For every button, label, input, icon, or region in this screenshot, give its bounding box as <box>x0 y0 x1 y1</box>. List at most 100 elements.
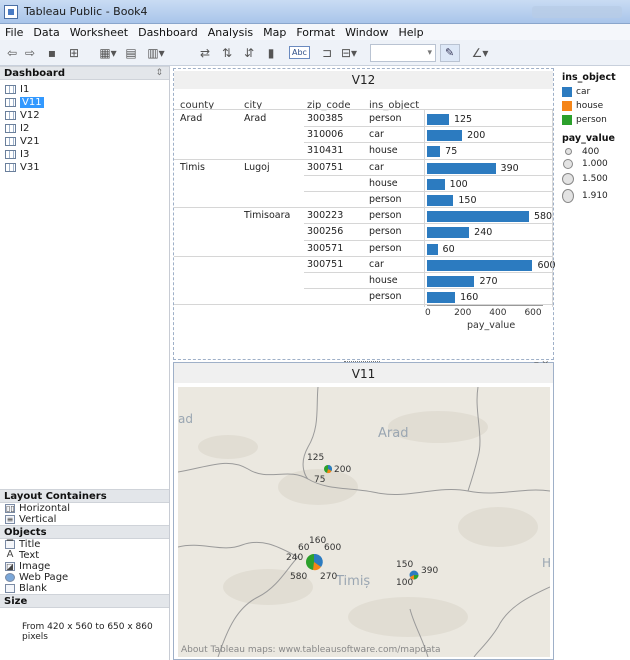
layout-horizontal[interactable]: ▯▯ Horizontal <box>0 503 169 514</box>
map-view[interactable]: Arad Timiș ad H 125 200 75 60 160 600 24… <box>178 387 550 657</box>
object-blank-label: Blank <box>19 583 47 594</box>
size-legend-item[interactable]: 1.000 <box>560 157 630 171</box>
menu-worksheet[interactable]: Worksheet <box>65 24 133 40</box>
fix-axes-icon[interactable]: ⊟▾ <box>336 44 362 62</box>
color-swatch <box>562 115 572 125</box>
v12-title: V12 <box>174 71 553 89</box>
blank-icon <box>5 584 15 593</box>
size-legend-item[interactable]: 400 <box>560 146 630 157</box>
pie-label: 600 <box>324 543 341 553</box>
color-legend-item[interactable]: person <box>560 113 630 127</box>
bar[interactable] <box>427 259 533 271</box>
map-credit[interactable]: About Tableau maps: www.tableausoftware.… <box>181 645 441 655</box>
menu-help[interactable]: Help <box>393 24 428 40</box>
v12-sheet[interactable]: V12 county city zip_code ins_object Arad… <box>173 68 556 360</box>
new-worksheet-icon[interactable]: ▦▾ <box>96 44 120 62</box>
row-divider <box>174 255 553 257</box>
sort-asc-icon[interactable]: ⇅ <box>218 44 236 62</box>
bar[interactable] <box>427 243 438 255</box>
bar[interactable] <box>427 211 529 223</box>
menu-analysis[interactable]: Analysis <box>203 24 258 40</box>
bar[interactable] <box>427 195 454 206</box>
bar[interactable] <box>427 276 475 287</box>
size-range-text: From 420 x 560 to 650 x 860 pixels <box>22 622 153 642</box>
size-circle <box>564 148 572 155</box>
size-legend-item[interactable]: 1.500 <box>560 171 630 187</box>
cell-zip: 300223 <box>307 210 344 222</box>
pie-timisoara[interactable] <box>306 553 323 571</box>
forward-icon[interactable]: ⇨ <box>22 44 38 62</box>
sheet-item-label: V31 <box>20 162 40 173</box>
sort-desc-icon[interactable]: ⇵ <box>240 44 258 62</box>
layout-vertical-label: Vertical <box>19 514 57 525</box>
object-blank[interactable]: Blank <box>0 583 169 594</box>
sheet-item[interactable]: V12 <box>0 109 169 122</box>
bar[interactable] <box>427 178 445 190</box>
chevron-down-icon: ▾ <box>427 48 432 58</box>
bar-value-label: 150 <box>458 195 477 206</box>
sheet-item[interactable]: I3 <box>0 148 169 161</box>
object-image[interactable]: ◪ Image <box>0 561 169 572</box>
sheet-item[interactable]: V31 <box>0 161 169 174</box>
color-legend-item[interactable]: car <box>560 85 630 99</box>
cell-ins-object: person <box>369 242 402 254</box>
row-divider <box>304 239 553 241</box>
object-title[interactable]: ▔ Title <box>0 539 169 550</box>
object-text[interactable]: A Text <box>0 550 169 562</box>
size-legend-item[interactable]: 1.910 <box>560 187 630 205</box>
menu-data[interactable]: Data <box>28 24 64 40</box>
sheet-item-label: V11 <box>20 97 44 108</box>
worksheet-icon <box>5 85 16 94</box>
layout-vertical[interactable]: ≡ Vertical <box>0 514 169 525</box>
bar[interactable] <box>427 162 496 174</box>
add-datasource-icon[interactable]: ⊞ <box>64 44 84 62</box>
menu-bar: File Data Worksheet Dashboard Analysis M… <box>0 24 630 40</box>
bar-value-label: 160 <box>460 292 479 304</box>
highlight-icon[interactable]: ▮ <box>264 44 278 62</box>
tableau-app-icon <box>4 5 18 19</box>
swap-icon[interactable]: ⇄ <box>196 44 214 62</box>
bar[interactable] <box>427 114 449 125</box>
save-icon[interactable]: ▪ <box>44 44 60 62</box>
size-circle-wrap <box>562 159 578 169</box>
axis-tick-label: 200 <box>454 308 472 319</box>
fit-dropdown[interactable]: ▾ <box>370 44 436 62</box>
annotate-icon[interactable]: ∠▾ <box>466 44 494 62</box>
pie-label: 75 <box>314 475 325 485</box>
legend-panel: ins_object car house person pay_value 400 1… <box>560 66 630 266</box>
menu-format[interactable]: Format <box>291 24 340 40</box>
object-web-page[interactable]: Web Page <box>0 572 169 583</box>
bar-pane-right-border <box>552 109 553 308</box>
row-divider <box>304 126 553 128</box>
layout-horizontal-label: Horizontal <box>19 503 71 514</box>
sheet-item[interactable]: V11 <box>0 96 169 109</box>
menu-window[interactable]: Window <box>340 24 393 40</box>
menu-file[interactable]: File <box>0 24 28 40</box>
back-icon[interactable]: ⇦ <box>4 44 20 62</box>
fit-icon[interactable]: ⊐ <box>318 44 336 62</box>
show-marks-button[interactable]: ✎ <box>440 44 460 62</box>
axis-title: pay_value <box>467 320 516 332</box>
object-image-label: Image <box>19 561 51 572</box>
clear-sheet-icon[interactable]: ▥▾ <box>144 44 168 62</box>
title-icon: ▔ <box>5 540 15 549</box>
layout-containers-header: Layout Containers <box>0 489 169 503</box>
cell-ins-object: person <box>369 210 402 222</box>
sheet-item[interactable]: I2 <box>0 122 169 135</box>
bar[interactable] <box>427 146 441 158</box>
pie-label: 60 <box>298 543 310 553</box>
duplicate-icon[interactable]: ▤ <box>122 44 140 62</box>
sheet-item[interactable]: V21 <box>0 135 169 148</box>
show-labels-button[interactable]: Abc <box>289 46 310 59</box>
left-panel: Dashboard ⇕ I1 V11 V12 I2 V21 I3 V31 Layout Co… <box>0 66 170 660</box>
vertical-container-icon: ≡ <box>5 515 15 524</box>
bar[interactable] <box>427 292 456 304</box>
menu-map[interactable]: Map <box>258 24 291 40</box>
v11-sheet[interactable]: ▾ ✕ V11 Arad <box>173 360 554 660</box>
bar[interactable] <box>427 227 470 239</box>
menu-dashboard[interactable]: Dashboard <box>133 24 203 40</box>
bar[interactable] <box>427 130 463 142</box>
color-legend-item[interactable]: house <box>560 99 630 113</box>
sheet-item[interactable]: I1 <box>0 83 169 96</box>
panel-pin-icon[interactable]: ⇕ <box>155 68 163 78</box>
